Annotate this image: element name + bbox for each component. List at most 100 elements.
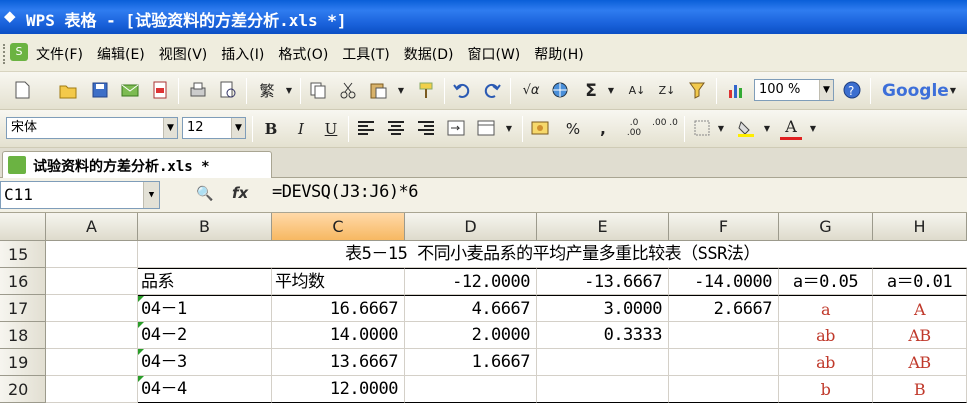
chevron-down-icon[interactable]: ▼ bbox=[819, 80, 833, 100]
increase-decimal-button[interactable]: .0 .00 bbox=[622, 118, 646, 140]
app-menu-icon[interactable]: S bbox=[10, 43, 28, 61]
cell-g16[interactable]: a＝0.05 bbox=[779, 268, 873, 295]
column-header-b[interactable]: B bbox=[138, 213, 272, 241]
cell-g17[interactable]: a bbox=[779, 295, 873, 322]
cell-b16[interactable]: 品系 bbox=[138, 268, 272, 295]
cell-e18[interactable]: 0.3333 bbox=[537, 322, 669, 349]
cell-d16[interactable]: -12.0000 bbox=[405, 268, 537, 295]
column-header-a[interactable]: A bbox=[46, 213, 138, 241]
cell-d20[interactable] bbox=[405, 376, 537, 403]
font-size-select[interactable]: 12 ▼ bbox=[182, 117, 246, 139]
cell-h19[interactable]: AB bbox=[873, 349, 967, 376]
merge-cells-icon[interactable] bbox=[476, 118, 496, 138]
cell-h18[interactable]: AB bbox=[873, 322, 967, 349]
cell-e19[interactable] bbox=[537, 349, 669, 376]
align-right-icon[interactable] bbox=[416, 118, 436, 138]
decrease-decimal-button[interactable]: .00 .0 bbox=[652, 118, 678, 140]
cell-a20[interactable] bbox=[46, 376, 138, 403]
chevron-down-icon[interactable]: ▼ bbox=[231, 118, 245, 138]
cell-g19[interactable]: ab bbox=[779, 349, 873, 376]
insert-function-button[interactable]: fx bbox=[232, 184, 248, 202]
new-document-icon[interactable] bbox=[12, 80, 32, 100]
row-header-18[interactable]: 18 bbox=[0, 322, 46, 349]
cell-a18[interactable] bbox=[46, 322, 138, 349]
sort-descending-icon[interactable]: Z↓ bbox=[656, 80, 678, 102]
percent-button[interactable]: % bbox=[562, 118, 584, 140]
save-icon[interactable] bbox=[90, 80, 110, 100]
sort-ascending-icon[interactable]: A↓ bbox=[626, 80, 648, 102]
menu-tools[interactable]: 工具(T) bbox=[342, 44, 389, 64]
chevron-down-icon[interactable]: ▼ bbox=[396, 80, 406, 102]
cell-d17[interactable]: 4.6667 bbox=[405, 295, 537, 322]
row-header-15[interactable]: 15 bbox=[0, 241, 46, 268]
cell-c16[interactable]: 平均数 bbox=[272, 268, 405, 295]
autosum-button[interactable]: Σ bbox=[580, 80, 602, 102]
italic-button[interactable]: I bbox=[290, 118, 312, 140]
chart-icon[interactable] bbox=[726, 80, 746, 100]
format-painter-icon[interactable] bbox=[416, 80, 436, 100]
cell-a15[interactable] bbox=[46, 241, 138, 268]
zoom-magnifier-icon[interactable]: 🔍 bbox=[196, 186, 213, 202]
cell-g18[interactable]: ab bbox=[779, 322, 873, 349]
underline-button[interactable]: U bbox=[320, 118, 342, 140]
chevron-down-icon[interactable]: ▼ bbox=[762, 118, 772, 140]
chevron-down-icon[interactable]: ▼ bbox=[143, 182, 159, 208]
cell-e16[interactable]: -13.6667 bbox=[537, 268, 669, 295]
cell-d19[interactable]: 1.6667 bbox=[405, 349, 537, 376]
filter-icon[interactable] bbox=[688, 80, 708, 100]
cell-h16[interactable]: a＝0.01 bbox=[873, 268, 967, 295]
column-header-d[interactable]: D bbox=[405, 213, 537, 241]
table-title-cell[interactable]: 表5－15 不同小麦品系的平均产量多重比较表（SSR法） bbox=[138, 241, 967, 268]
column-header-e[interactable]: E bbox=[537, 213, 669, 241]
menu-window[interactable]: 窗口(W) bbox=[468, 44, 521, 64]
cell-a19[interactable] bbox=[46, 349, 138, 376]
cell-b18[interactable]: 04－2 bbox=[138, 322, 272, 349]
cut-icon[interactable] bbox=[338, 80, 358, 100]
copy-icon[interactable] bbox=[308, 80, 328, 100]
cell-b20[interactable]: 04－4 bbox=[138, 376, 272, 403]
fill-color-icon[interactable] bbox=[736, 118, 756, 138]
cell-f19[interactable] bbox=[669, 349, 779, 376]
menu-insert[interactable]: 插入(I) bbox=[221, 44, 264, 64]
chevron-down-icon[interactable]: ▼ bbox=[504, 118, 514, 140]
cell-e17[interactable]: 3.0000 bbox=[537, 295, 669, 322]
comma-style-button[interactable]: , bbox=[592, 118, 614, 140]
menu-file[interactable]: 文件(F) bbox=[36, 44, 83, 64]
redo-icon[interactable] bbox=[482, 80, 502, 100]
row-header-16[interactable]: 16 bbox=[0, 268, 46, 295]
spreadsheet-grid[interactable]: A B C D E F G H 15 表5－15 不同小麦品系的平均产量多重比较… bbox=[0, 213, 967, 415]
zoom-select[interactable]: 100 % ▼ bbox=[754, 79, 834, 101]
wrap-text-icon[interactable] bbox=[446, 118, 466, 138]
currency-icon[interactable] bbox=[530, 118, 550, 138]
cell-c19[interactable]: 13.6667 bbox=[272, 349, 405, 376]
name-box[interactable]: C11 ▼ bbox=[0, 181, 160, 209]
row-header-19[interactable]: 19 bbox=[0, 349, 46, 376]
cell-a17[interactable] bbox=[46, 295, 138, 322]
cell-f20[interactable] bbox=[669, 376, 779, 403]
select-all-corner[interactable] bbox=[0, 213, 46, 241]
cell-f18[interactable] bbox=[669, 322, 779, 349]
chevron-down-icon[interactable]: ▼ bbox=[163, 118, 177, 138]
email-icon[interactable] bbox=[120, 80, 140, 100]
cell-b17[interactable]: 04－1 bbox=[138, 295, 272, 322]
cell-f17[interactable]: 2.6667 bbox=[669, 295, 779, 322]
cell-f16[interactable]: -14.0000 bbox=[669, 268, 779, 295]
hyperlink-globe-icon[interactable] bbox=[550, 80, 570, 100]
help-icon[interactable]: ? bbox=[842, 80, 862, 100]
chevron-down-icon[interactable]: ▼ bbox=[948, 80, 958, 102]
insert-function-icon[interactable]: √α bbox=[518, 80, 544, 102]
chevron-down-icon[interactable]: ▼ bbox=[716, 118, 726, 140]
column-header-c[interactable]: C bbox=[272, 213, 405, 241]
formula-input[interactable]: =DEVSQ(J3:J6)*6 bbox=[272, 182, 419, 202]
menu-edit[interactable]: 编辑(E) bbox=[97, 44, 145, 64]
google-search-button[interactable]: Google bbox=[882, 80, 949, 102]
document-tab[interactable]: 试验资料的方差分析.xls * bbox=[2, 151, 272, 178]
open-folder-icon[interactable] bbox=[58, 80, 78, 100]
align-left-icon[interactable] bbox=[356, 118, 376, 138]
cell-e20[interactable] bbox=[537, 376, 669, 403]
cell-b19[interactable]: 04－3 bbox=[138, 349, 272, 376]
cell-c17[interactable]: 16.6667 bbox=[272, 295, 405, 322]
cell-d18[interactable]: 2.0000 bbox=[405, 322, 537, 349]
cell-h20[interactable]: B bbox=[873, 376, 967, 403]
menu-data[interactable]: 数据(D) bbox=[404, 44, 454, 64]
